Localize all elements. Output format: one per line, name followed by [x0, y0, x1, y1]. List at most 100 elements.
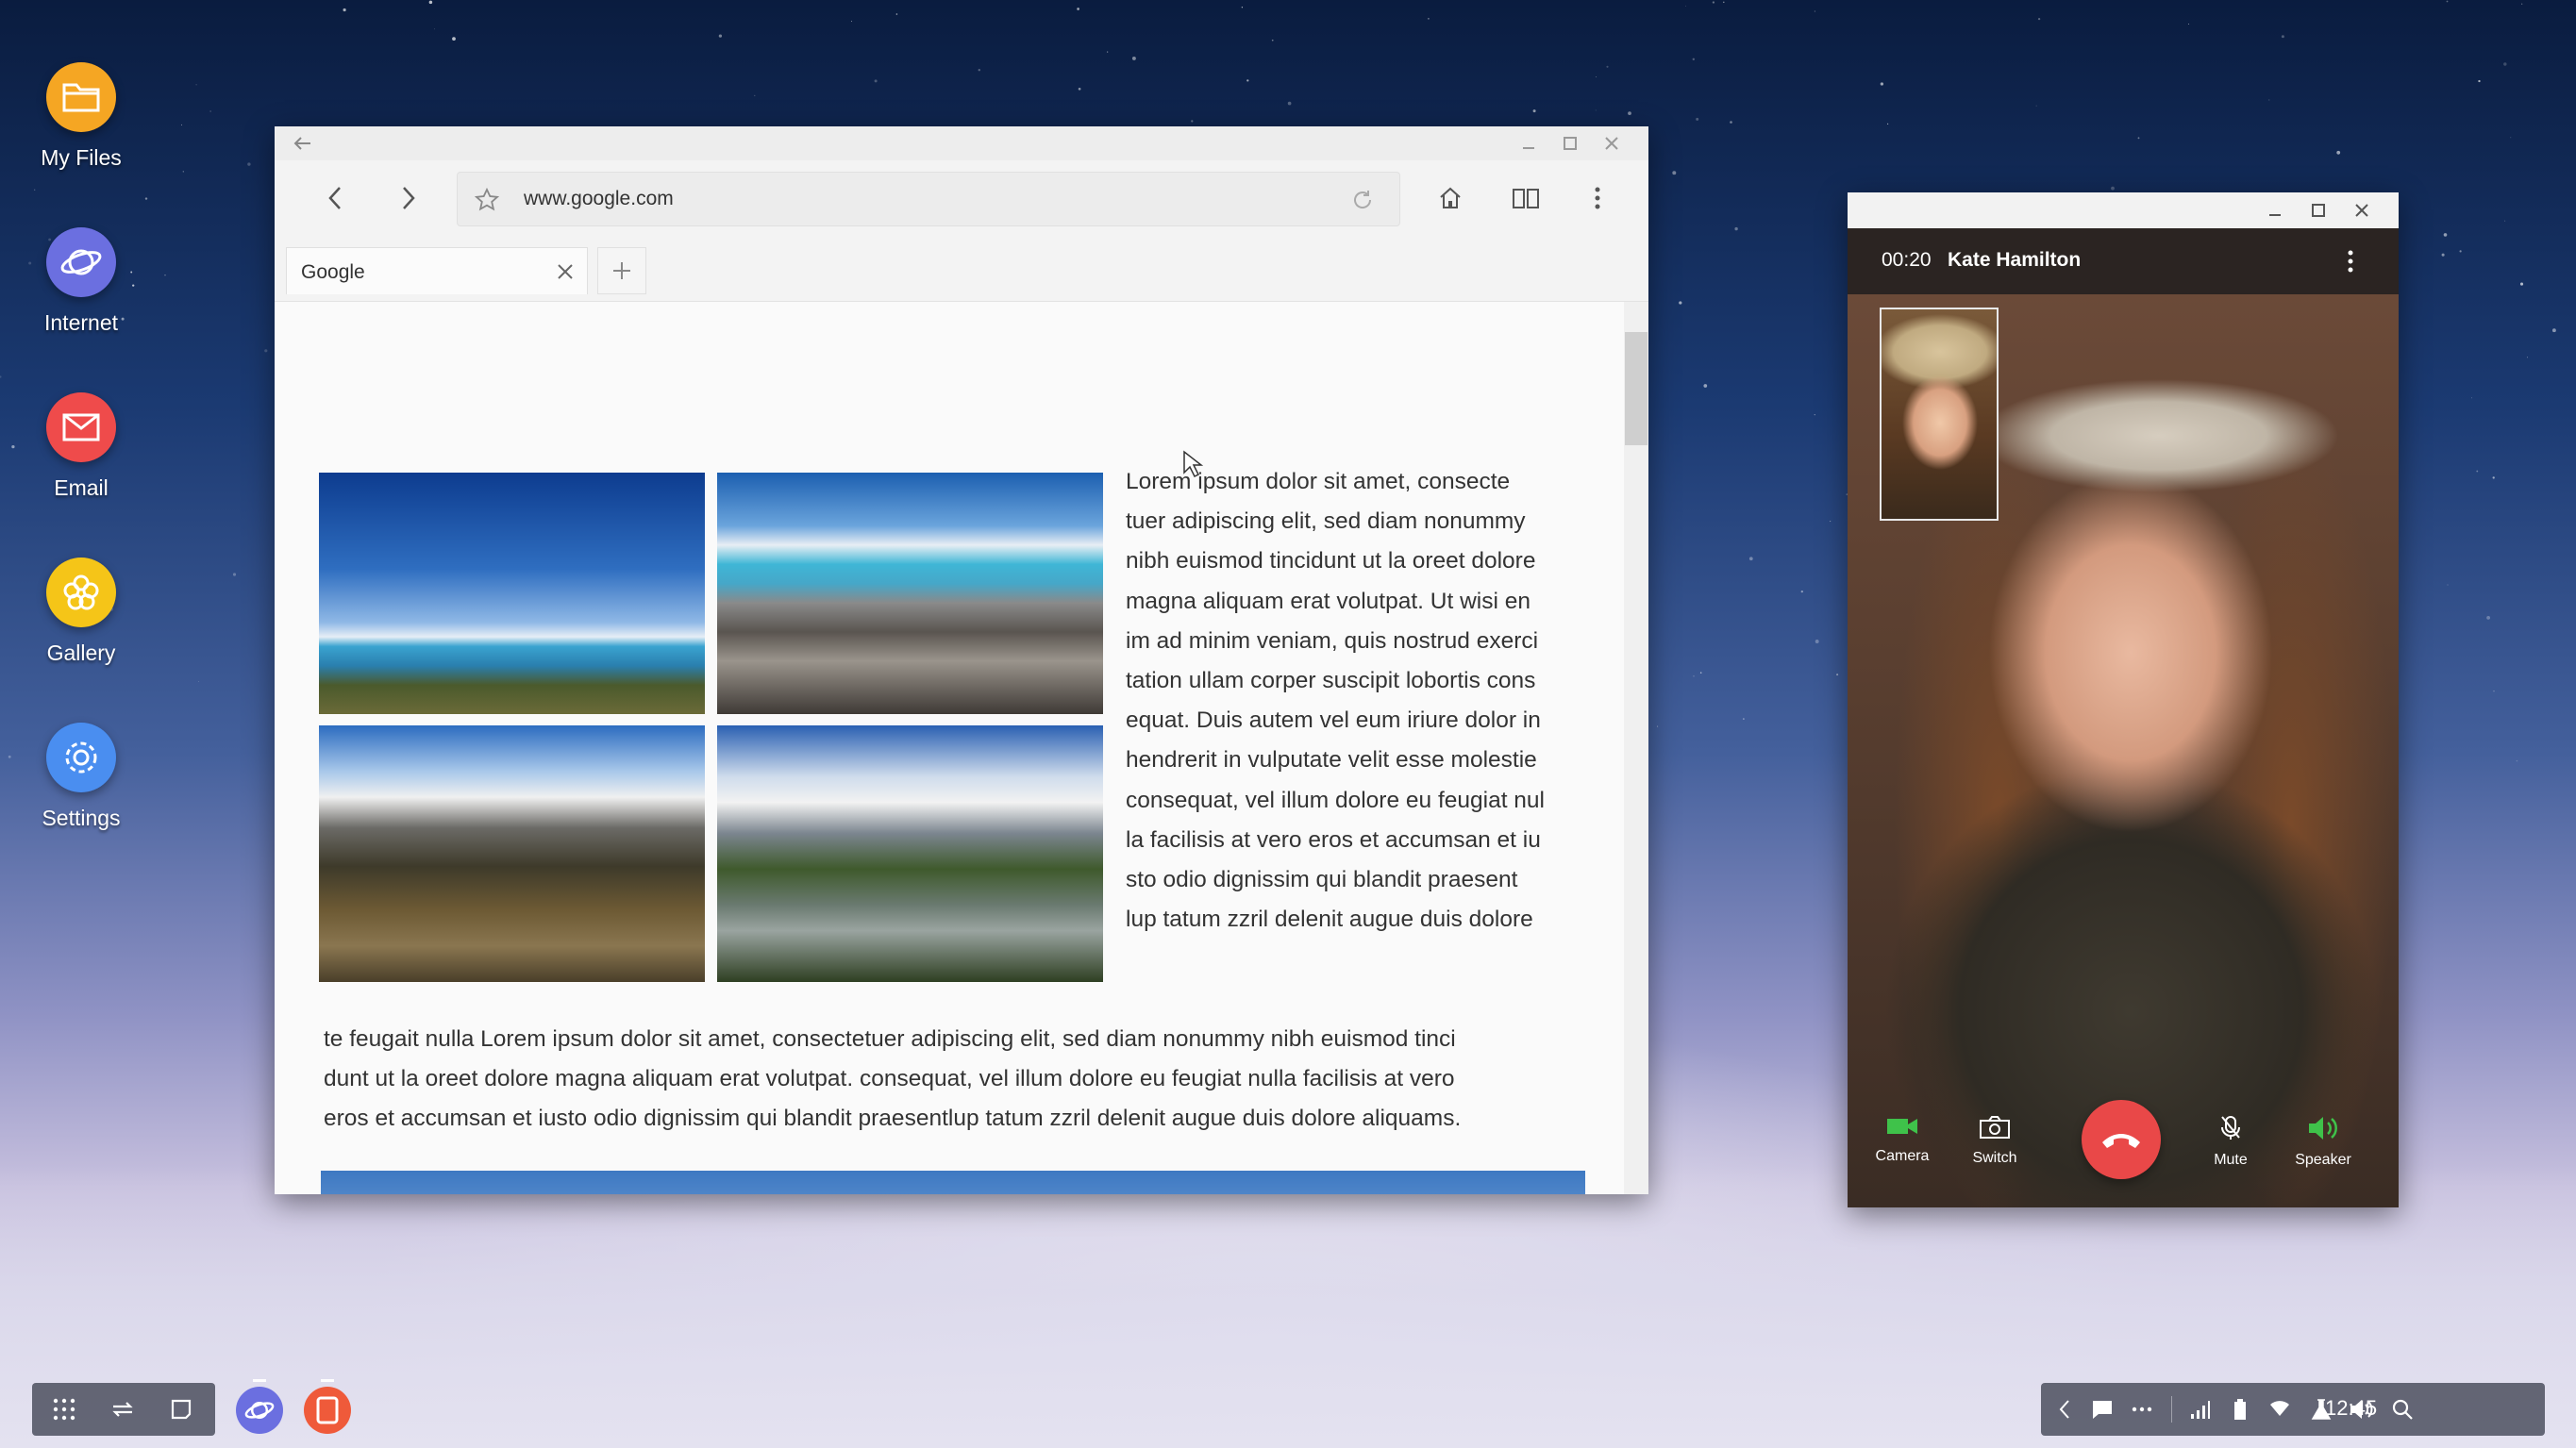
desktop-icon-internet[interactable]: Internet: [38, 227, 125, 336]
battery-icon[interactable]: [2226, 1383, 2254, 1436]
minimize-icon[interactable]: [2261, 196, 2289, 225]
divider: [2171, 1396, 2172, 1423]
more-horizontal-icon[interactable]: [2128, 1383, 2156, 1436]
text-line: dunt ut la oreet dolore magna aliquam er…: [324, 1066, 1455, 1092]
browser-title-bar[interactable]: [275, 126, 1648, 160]
plus-icon: [613, 262, 630, 279]
maximize-icon[interactable]: [2304, 196, 2333, 225]
self-view[interactable]: [1880, 308, 1999, 521]
maximize-icon[interactable]: [1556, 130, 1584, 157]
desktop-icon-settings[interactable]: Settings: [38, 723, 125, 831]
gear-icon: [46, 723, 116, 792]
taskbar-nav: [32, 1383, 215, 1436]
photo-lake[interactable]: [319, 473, 705, 714]
desktop-icon-my-files[interactable]: My Files: [38, 62, 125, 171]
home-icon[interactable]: [1431, 179, 1469, 217]
text-line: tuer adipiscing elit, sed diam nonummy: [1126, 508, 1526, 535]
text-line: sto odio dignissim qui blandit praesent: [1126, 867, 1518, 893]
end-call-button[interactable]: [2082, 1100, 2161, 1179]
phone-hangup-icon: [2102, 1134, 2140, 1148]
text-line: im ad minim veniam, quis nostrud exerci: [1126, 627, 1539, 654]
signal-icon[interactable]: [2186, 1383, 2215, 1436]
running-indicator: [321, 1379, 334, 1382]
reading-mode-icon[interactable]: [1507, 179, 1545, 217]
text-line: consequat, vel illum dolore eu feugiat n…: [1126, 787, 1546, 813]
control-label: Camera: [1875, 1148, 1930, 1164]
control-label: Switch: [1972, 1150, 2017, 1166]
clock: 12:45: [2325, 1396, 2378, 1420]
apps-grid-icon[interactable]: [47, 1383, 81, 1436]
text-line: magna aliquam erat volutpat. Ut wisi en: [1126, 588, 1531, 614]
desktop-icon-label: Internet: [44, 310, 118, 335]
close-icon[interactable]: [2348, 196, 2376, 225]
call-title-bar[interactable]: [1848, 192, 2399, 228]
text-line: la facilisis at vero eros et accumsan et…: [1126, 826, 1541, 853]
folder-icon: [46, 62, 116, 132]
wifi-icon[interactable]: [2266, 1383, 2294, 1436]
photo-glacier-valley[interactable]: [717, 725, 1103, 982]
star-icon[interactable]: [473, 186, 501, 214]
text-line: eros et accumsan et iusto odio dignissim…: [324, 1106, 1462, 1132]
desktop-icon-label: Email: [54, 475, 109, 500]
taskbar-video-call-app[interactable]: [304, 1387, 351, 1434]
switch-camera-button[interactable]: Switch: [1966, 1115, 2023, 1167]
text-line: te feugait nulla Lorem ipsum dolor sit a…: [324, 1026, 1456, 1052]
photo-rocky-shore[interactable]: [717, 473, 1103, 714]
desktop-icon-email[interactable]: Email: [38, 392, 125, 501]
switch-camera-icon: [1980, 1116, 2010, 1139]
running-indicator: [253, 1379, 266, 1382]
chevron-right-icon[interactable]: [390, 179, 427, 217]
refresh-icon[interactable]: [1348, 186, 1377, 214]
minimize-icon[interactable]: [1514, 130, 1543, 157]
caller-name: Kate Hamilton: [1948, 249, 2082, 271]
home-square-icon[interactable]: [164, 1383, 198, 1436]
text-line: equat. Duis autem vel eum iriure dolor i…: [1126, 707, 1541, 734]
text-line: tation ullam corper suscipit lobortis co…: [1126, 668, 1536, 694]
camera-button[interactable]: Camera: [1874, 1115, 1931, 1165]
page-content: Lorem ipsum dolor sit amet, consecte tue…: [275, 302, 1624, 1194]
desktop-icon-gallery[interactable]: Gallery: [38, 558, 125, 666]
planet-icon: [244, 1401, 275, 1420]
photo-clouds[interactable]: [321, 1171, 1585, 1194]
scrollbar-thumb[interactable]: [1625, 332, 1648, 445]
system-tray: [2041, 1383, 2545, 1436]
text-line: hendrerit in vulputate velit esse molest…: [1126, 747, 1537, 774]
desktop-icon-label: Settings: [42, 806, 121, 830]
body-paragraph: te feugait nulla Lorem ipsum dolor sit a…: [324, 1020, 1616, 1140]
microphone-icon: [2221, 1116, 2240, 1140]
tab-label: Google: [301, 261, 365, 283]
side-paragraph: Lorem ipsum dolor sit amet, consecte tue…: [1126, 462, 1607, 940]
message-icon[interactable]: [2088, 1383, 2116, 1436]
browser-window: www.google.com Google Lorem ipsum dolor …: [275, 126, 1648, 1194]
control-label: Mute: [2214, 1152, 2248, 1168]
new-tab-button[interactable]: [597, 247, 646, 294]
text-line: lup tatum zzril delenit augue duis dolor…: [1126, 907, 1533, 933]
taskbar-internet-app[interactable]: [236, 1387, 283, 1434]
chevron-left-icon[interactable]: [316, 179, 354, 217]
envelope-icon: [46, 392, 116, 462]
address-bar[interactable]: www.google.com: [457, 172, 1400, 226]
photo-valley-trail[interactable]: [319, 725, 705, 982]
call-timer: 00:20: [1882, 249, 1932, 271]
control-label: Speaker: [2295, 1152, 2351, 1168]
call-header: 00:20 Kate Hamilton: [1848, 228, 2399, 294]
recent-apps-icon[interactable]: [106, 1383, 140, 1436]
desktop-icon-label: My Files: [41, 145, 122, 170]
tab-google[interactable]: Google: [286, 247, 588, 294]
tab-strip: Google: [275, 234, 1648, 302]
chevron-left-icon[interactable]: [2050, 1383, 2079, 1436]
close-icon[interactable]: [1597, 130, 1626, 157]
planet-icon: [46, 227, 116, 297]
flower-icon: [46, 558, 116, 627]
back-arrow-icon[interactable]: [288, 130, 316, 157]
more-vertical-icon[interactable]: [2336, 245, 2365, 277]
text-line: nibh euismod tincidunt ut la oreet dolor…: [1126, 548, 1536, 574]
url-text: www.google.com: [524, 188, 674, 209]
close-tab-icon[interactable]: [553, 259, 577, 284]
desktop-icon-label: Gallery: [46, 641, 116, 665]
more-vertical-icon[interactable]: [1579, 179, 1616, 217]
video-call-window: 00:20 Kate Hamilton Camera Switch Mute S…: [1848, 192, 2399, 1207]
search-icon[interactable]: [2388, 1383, 2417, 1436]
mute-button[interactable]: Mute: [2202, 1115, 2259, 1169]
speaker-button[interactable]: Speaker: [2295, 1115, 2351, 1169]
